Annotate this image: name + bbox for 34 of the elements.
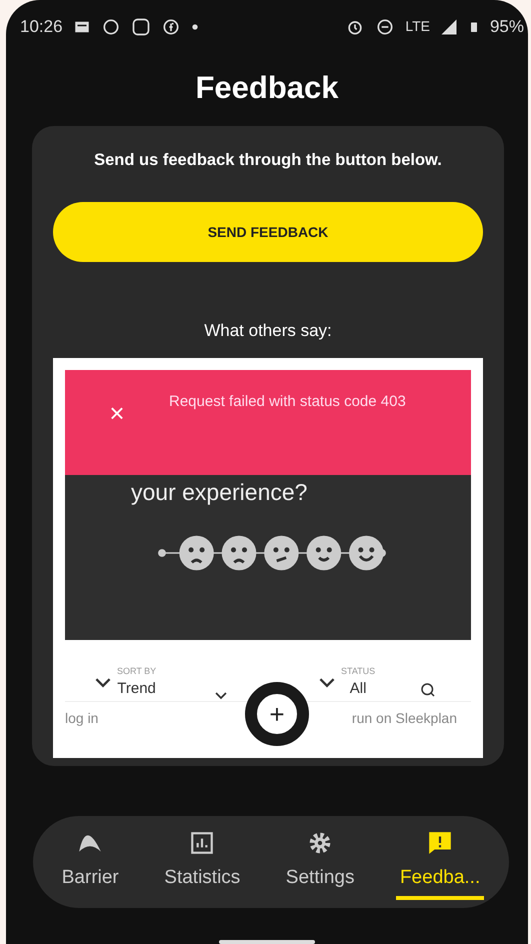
network-type: LTE (405, 17, 430, 36)
filter-value: All (350, 680, 366, 698)
chevron-down-icon (215, 690, 227, 701)
battery-level: 95% (490, 16, 524, 38)
clock: 10:26 (20, 16, 63, 38)
page-title: Feedback (194, 69, 340, 108)
chat-icon (100, 16, 121, 37)
do-not-disturb-icon (375, 16, 396, 37)
question-text: your experience? (131, 478, 308, 507)
filter-label: SORT BY (117, 664, 156, 678)
feedback-icon (427, 830, 454, 856)
signal-icon (440, 18, 458, 36)
powered-by-link[interactable]: run on Sleekplan (338, 708, 457, 729)
add-button[interactable]: + (245, 682, 309, 746)
chevron-down-icon (95, 677, 111, 688)
filter-dropdown[interactable]: SORT BY Trend (95, 664, 205, 701)
intro-text: Send us feedback through the button below. (94, 150, 442, 171)
nav-tab[interactable]: Feedba... (396, 824, 484, 900)
search-icon[interactable] (419, 680, 437, 699)
nav-tab[interactable]: Statistics (160, 824, 244, 900)
close-button[interactable]: × (65, 400, 169, 426)
nav-tab[interactable]: Barrier (58, 824, 123, 900)
nav-tab[interactable]: Settings (282, 824, 358, 900)
dot-icon (190, 22, 199, 31)
error-message: Request failed with status code 403 (169, 392, 407, 412)
login-link[interactable]: log in (65, 708, 98, 729)
filter-label: STATUS (341, 664, 376, 678)
send-feedback-button[interactable]: SEND FEEDBACK (53, 202, 483, 262)
chevron-down-icon (319, 677, 335, 688)
facebook-icon (160, 16, 181, 37)
filter-dropdown[interactable]: STATUS All (319, 664, 409, 701)
chart-icon (189, 830, 216, 856)
section-label: What others say: (204, 320, 332, 342)
filter-value: Trend (117, 680, 156, 698)
